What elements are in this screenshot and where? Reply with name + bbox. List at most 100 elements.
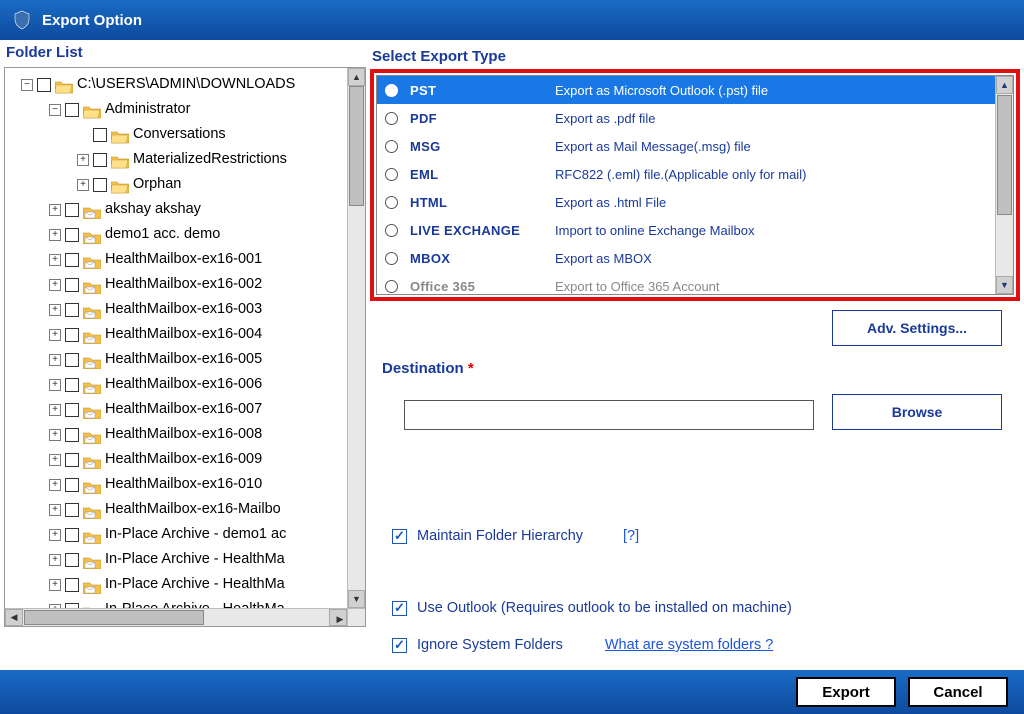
tree-item[interactable]: Conversations [9,122,365,147]
hierarchy-help-link[interactable]: [?] [623,528,639,544]
expand-icon[interactable]: + [49,254,61,266]
tree-checkbox[interactable] [65,403,79,417]
adv-settings-button[interactable]: Adv. Settings... [832,310,1002,346]
radio-icon[interactable] [385,84,398,97]
expand-icon[interactable]: + [49,229,61,241]
cancel-button[interactable]: Cancel [908,677,1008,707]
tree-item[interactable]: +demo1 acc. demo [9,222,365,247]
expand-icon[interactable]: + [49,204,61,216]
export-type-option[interactable]: PDFExport as .pdf file [377,104,1013,132]
tree-checkbox[interactable] [65,328,79,342]
tree-checkbox[interactable] [65,228,79,242]
checkbox-icon[interactable] [392,638,407,653]
scroll-thumb[interactable] [997,95,1012,215]
scroll-right-icon[interactable]: ▶ [329,609,347,626]
expand-icon[interactable]: + [49,404,61,416]
tree-checkbox[interactable] [65,103,79,117]
checkbox-icon[interactable] [392,601,407,616]
folder-tree[interactable]: −C:\USERS\ADMIN\DOWNLOADS−AdministratorC… [5,68,365,626]
tree-checkbox[interactable] [65,578,79,592]
ignore-system-folders-option[interactable]: Ignore System Folders What are system fo… [392,637,773,653]
export-type-option[interactable]: HTMLExport as .html File [377,188,1013,216]
tree-item[interactable]: −C:\USERS\ADMIN\DOWNLOADS [9,72,365,97]
expand-icon[interactable]: + [49,329,61,341]
collapse-icon[interactable]: − [49,104,61,116]
radio-icon[interactable] [385,224,398,237]
scroll-thumb-h[interactable] [24,610,204,625]
tree-item[interactable]: +HealthMailbox-ex16-006 [9,372,365,397]
export-type-option[interactable]: MSGExport as Mail Message(.msg) file [377,132,1013,160]
tree-item[interactable]: +HealthMailbox-ex16-003 [9,297,365,322]
destination-input[interactable] [404,400,814,430]
tree-checkbox[interactable] [65,528,79,542]
export-button[interactable]: Export [796,677,896,707]
expand-icon[interactable]: + [49,354,61,366]
export-type-option[interactable]: PSTExport as Microsoft Outlook (.pst) fi… [377,76,1013,104]
tree-checkbox[interactable] [65,553,79,567]
expand-icon[interactable]: + [49,304,61,316]
tree-item[interactable]: −Administrator [9,97,365,122]
tree-checkbox[interactable] [93,153,107,167]
tree-item[interactable]: +MaterializedRestrictions [9,147,365,172]
browse-button[interactable]: Browse [832,394,1002,430]
export-type-list[interactable]: PSTExport as Microsoft Outlook (.pst) fi… [376,75,1014,295]
expand-icon[interactable]: + [49,279,61,291]
tree-item[interactable]: +Orphan [9,172,365,197]
export-type-option[interactable]: MBOXExport as MBOX [377,244,1013,272]
tree-item[interactable]: +In-Place Archive - demo1 ac [9,522,365,547]
tree-item[interactable]: +HealthMailbox-ex16-008 [9,422,365,447]
export-type-option[interactable]: EMLRFC822 (.eml) file.(Applicable only f… [377,160,1013,188]
expand-icon[interactable]: + [77,154,89,166]
expand-icon[interactable]: + [49,479,61,491]
tree-item[interactable]: +HealthMailbox-ex16-009 [9,447,365,472]
expand-icon[interactable]: + [49,429,61,441]
export-list-scrollbar[interactable]: ▲ ▼ [995,76,1013,294]
maintain-hierarchy-option[interactable]: Maintain Folder Hierarchy [?] [392,528,639,544]
tree-item[interactable]: +HealthMailbox-ex16-007 [9,397,365,422]
radio-icon[interactable] [385,280,398,293]
tree-checkbox[interactable] [65,478,79,492]
tree-item[interactable]: +In-Place Archive - HealthMa [9,547,365,572]
tree-checkbox[interactable] [65,353,79,367]
tree-item[interactable]: +HealthMailbox-ex16-010 [9,472,365,497]
tree-checkbox[interactable] [65,303,79,317]
tree-checkbox[interactable] [65,503,79,517]
expand-icon[interactable]: + [49,579,61,591]
tree-checkbox[interactable] [37,78,51,92]
tree-checkbox[interactable] [65,378,79,392]
checkbox-icon[interactable] [392,529,407,544]
tree-horizontal-scrollbar[interactable]: ◀ ▶ [5,608,347,626]
tree-item[interactable]: +HealthMailbox-ex16-002 [9,272,365,297]
export-type-option[interactable]: LIVE EXCHANGEImport to online Exchange M… [377,216,1013,244]
scroll-left-icon[interactable]: ◀ [5,609,23,626]
tree-item[interactable]: +HealthMailbox-ex16-004 [9,322,365,347]
tree-item[interactable]: +akshay akshay [9,197,365,222]
radio-icon[interactable] [385,140,398,153]
tree-item[interactable]: +HealthMailbox-ex16-Mailbo [9,497,365,522]
expand-icon[interactable]: + [49,454,61,466]
tree-checkbox[interactable] [65,253,79,267]
scroll-down-icon[interactable]: ▼ [996,276,1013,294]
expand-icon[interactable]: + [49,529,61,541]
tree-checkbox[interactable] [65,278,79,292]
scroll-up-icon[interactable]: ▲ [996,76,1013,94]
tree-checkbox[interactable] [65,453,79,467]
expand-icon[interactable]: + [77,179,89,191]
use-outlook-option[interactable]: Use Outlook (Requires outlook to be inst… [392,600,792,616]
tree-checkbox[interactable] [93,128,107,142]
tree-item[interactable]: +HealthMailbox-ex16-005 [9,347,365,372]
tree-item[interactable]: +HealthMailbox-ex16-001 [9,247,365,272]
radio-icon[interactable] [385,252,398,265]
system-folders-link[interactable]: What are system folders ? [605,637,773,653]
radio-icon[interactable] [385,168,398,181]
tree-checkbox[interactable] [93,178,107,192]
expand-icon[interactable]: + [49,379,61,391]
tree-item[interactable]: +In-Place Archive - HealthMa [9,572,365,597]
radio-icon[interactable] [385,196,398,209]
collapse-icon[interactable]: − [21,79,33,91]
radio-icon[interactable] [385,112,398,125]
expand-icon[interactable]: + [49,504,61,516]
expand-icon[interactable]: + [49,554,61,566]
tree-checkbox[interactable] [65,203,79,217]
export-type-option[interactable]: Office 365Export to Office 365 Account [377,272,1013,295]
